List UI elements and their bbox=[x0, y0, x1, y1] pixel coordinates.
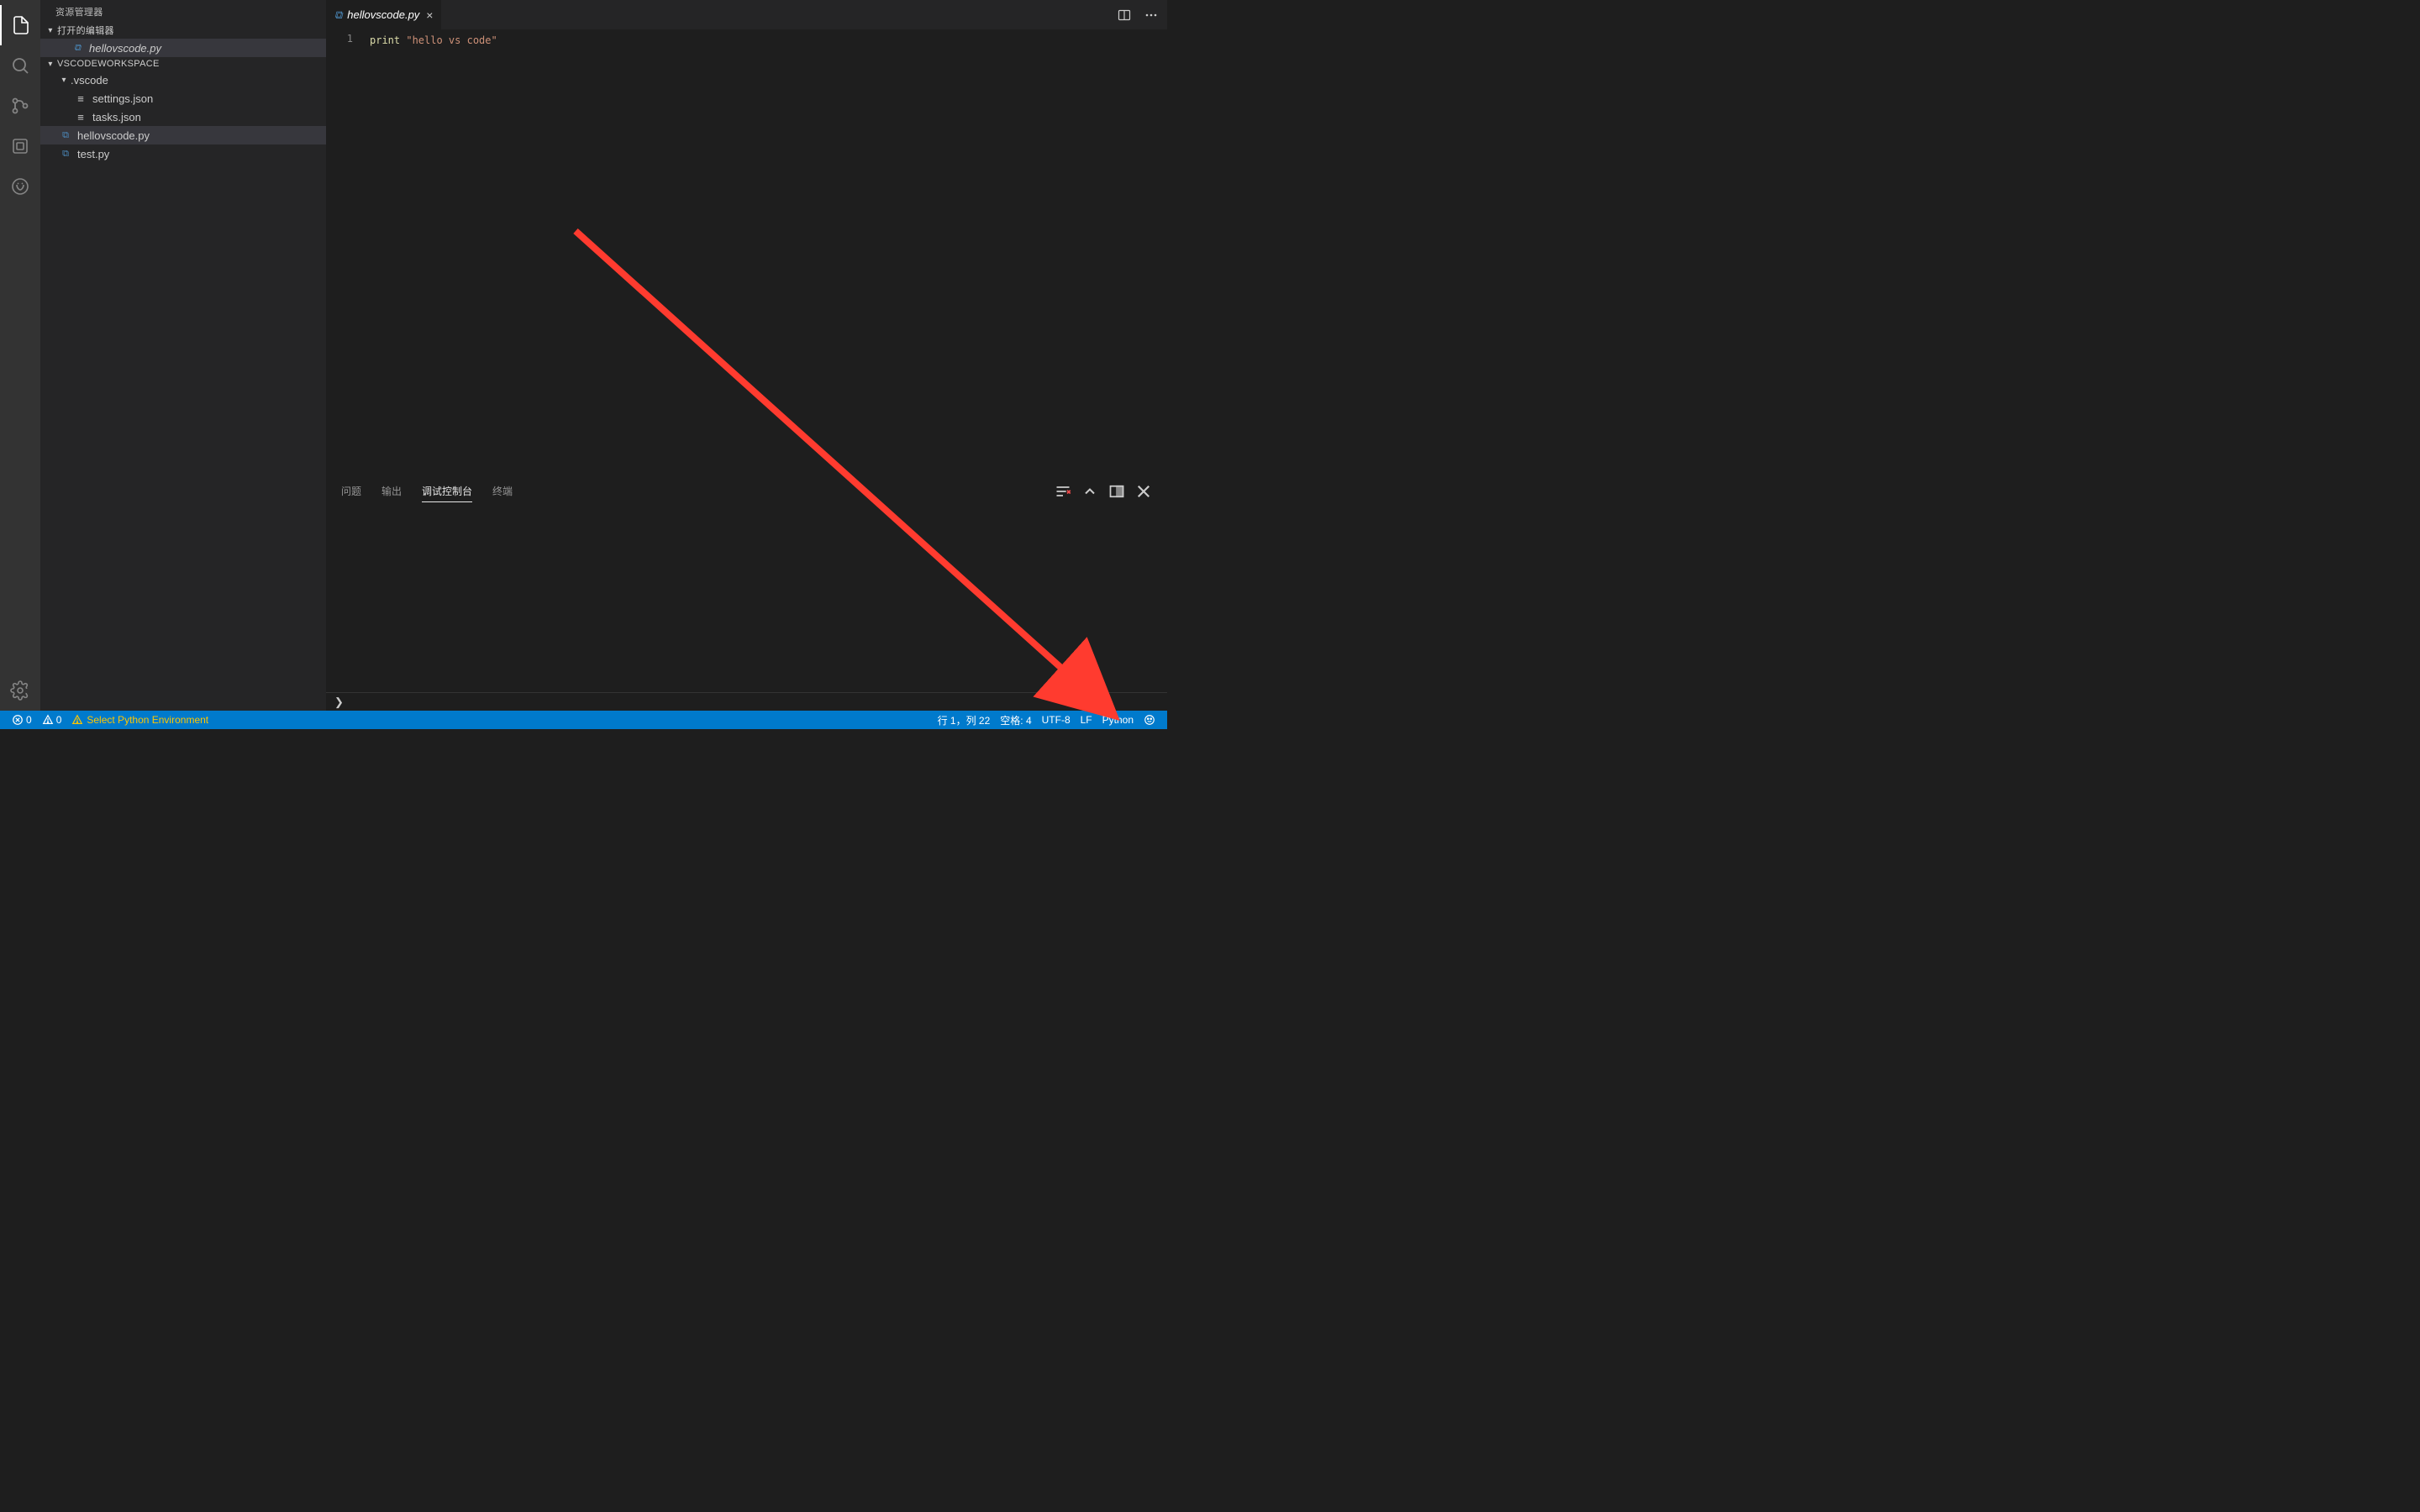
status-python-env-warning[interactable]: Select Python Environment bbox=[66, 711, 213, 729]
file-hellovscode[interactable]: ⧉ hellovscode.py bbox=[40, 126, 326, 144]
file-name: test.py bbox=[77, 148, 109, 160]
panel-close-icon[interactable] bbox=[1135, 483, 1152, 500]
line-number: 1 bbox=[326, 33, 353, 45]
file-tasks-json[interactable]: ≡ tasks.json bbox=[40, 108, 326, 126]
panel-tab-debug-console[interactable]: 调试控制台 bbox=[422, 480, 472, 502]
more-actions-icon[interactable] bbox=[1140, 4, 1162, 26]
minimap[interactable] bbox=[1155, 29, 1167, 477]
debug-console-output[interactable] bbox=[326, 505, 1167, 692]
python-file-icon: ⧉ bbox=[71, 41, 84, 55]
status-python-env-text: Select Python Environment bbox=[87, 714, 208, 726]
file-name: settings.json bbox=[92, 92, 153, 105]
panel-tab-output[interactable]: 输出 bbox=[381, 480, 402, 501]
file-settings-json[interactable]: ≡ settings.json bbox=[40, 89, 326, 108]
close-tab-icon[interactable]: × bbox=[426, 8, 433, 22]
debug-console-input[interactable]: ❯ bbox=[326, 692, 1167, 711]
json-file-icon: ≡ bbox=[74, 110, 87, 123]
bottom-panel: 问题 输出 调试控制台 终端 bbox=[326, 477, 1167, 711]
status-encoding[interactable]: UTF-8 bbox=[1037, 714, 1076, 726]
workspace-header[interactable]: ▾ VSCODEWORKSPACE bbox=[40, 57, 326, 71]
open-editors-header[interactable]: ▾ 打开的编辑器 bbox=[40, 22, 326, 39]
folder-vscode[interactable]: ▾ .vscode bbox=[40, 71, 326, 89]
status-eol[interactable]: LF bbox=[1076, 714, 1097, 726]
panel-tabs: 问题 输出 调试控制台 终端 bbox=[326, 478, 1167, 505]
python-file-icon: ⧉ bbox=[59, 147, 72, 160]
open-editor-item[interactable]: ⧉ hellovscode.py bbox=[40, 39, 326, 57]
status-warnings[interactable]: 0 bbox=[37, 711, 67, 729]
activity-bar bbox=[0, 0, 40, 711]
split-editor-icon[interactable] bbox=[1113, 4, 1135, 26]
open-editor-filename: hellovscode.py bbox=[89, 42, 161, 55]
prompt-icon: ❯ bbox=[334, 696, 344, 709]
panel-tab-problems[interactable]: 问题 bbox=[341, 480, 361, 501]
status-bar: 0 0 Select Python Environment 行 1，列 22 空… bbox=[0, 711, 1167, 729]
file-test[interactable]: ⧉ test.py bbox=[40, 144, 326, 163]
panel-clear-icon[interactable] bbox=[1055, 483, 1071, 500]
activity-extensions-icon[interactable] bbox=[0, 166, 40, 207]
activity-settings-icon[interactable] bbox=[0, 670, 40, 711]
activity-debug-icon[interactable] bbox=[0, 126, 40, 166]
chevron-down-icon: ▾ bbox=[59, 76, 69, 85]
python-file-icon: ⧉ bbox=[59, 129, 72, 142]
open-editors-label: 打开的编辑器 bbox=[57, 24, 114, 37]
panel-tab-terminal[interactable]: 终端 bbox=[492, 480, 513, 501]
activity-source-control-icon[interactable] bbox=[0, 86, 40, 126]
status-errors[interactable]: 0 bbox=[7, 711, 37, 729]
python-file-icon: ⧉ bbox=[334, 8, 342, 22]
status-cursor-position[interactable]: 行 1，列 22 bbox=[933, 713, 996, 727]
json-file-icon: ≡ bbox=[74, 92, 87, 105]
status-feedback-icon[interactable] bbox=[1139, 714, 1160, 726]
folder-name: .vscode bbox=[71, 74, 108, 87]
warnings-count: 0 bbox=[56, 714, 62, 726]
chevron-down-icon: ▾ bbox=[45, 26, 55, 35]
file-name: tasks.json bbox=[92, 111, 141, 123]
file-name: hellovscode.py bbox=[77, 129, 150, 142]
sidebar-title: 资源管理器 bbox=[40, 0, 326, 22]
workspace-label: VSCODEWORKSPACE bbox=[57, 59, 160, 69]
activity-explorer-icon[interactable] bbox=[0, 5, 40, 45]
chevron-down-icon: ▾ bbox=[45, 60, 55, 69]
editor-tabs: ⧉ hellovscode.py × bbox=[326, 0, 1167, 29]
explorer-sidebar: 资源管理器 ▾ 打开的编辑器 ⧉ hellovscode.py ▾ VSCODE… bbox=[40, 0, 326, 711]
status-language-mode[interactable]: Python bbox=[1097, 714, 1139, 726]
activity-search-icon[interactable] bbox=[0, 45, 40, 86]
status-indentation[interactable]: 空格: 4 bbox=[995, 713, 1036, 727]
editor-area: ⧉ hellovscode.py × 1 bbox=[326, 0, 1167, 711]
tab-filename: hellovscode.py bbox=[347, 8, 419, 21]
panel-collapse-icon[interactable] bbox=[1081, 483, 1098, 500]
errors-count: 0 bbox=[26, 714, 32, 726]
panel-maximize-icon[interactable] bbox=[1108, 483, 1125, 500]
editor-tab-active[interactable]: ⧉ hellovscode.py × bbox=[326, 0, 442, 29]
code-editor[interactable]: 1 print "hello vs code" bbox=[326, 29, 1167, 477]
